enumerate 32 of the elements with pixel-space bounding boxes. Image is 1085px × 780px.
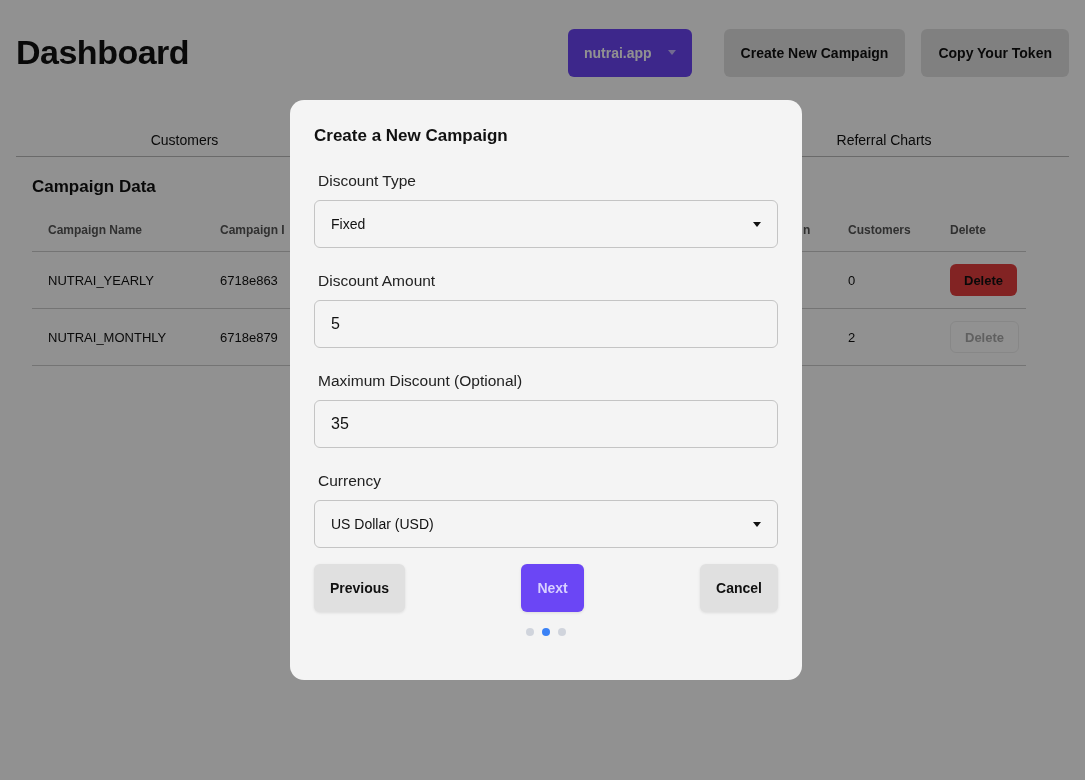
tab[interactable]: Referral Charts (836, 132, 932, 156)
previous-button[interactable]: Previous (314, 564, 406, 612)
input-field[interactable]: 35 (314, 400, 778, 448)
section-title: Campaign Data (31, 176, 157, 198)
table-cell: NUTRAI_MONTHLY (32, 309, 204, 366)
caret-icon (667, 50, 676, 55)
tab[interactable]: Customers (150, 132, 219, 156)
modal-title: Create a New Campaign (314, 126, 509, 146)
column-header: Campaign Name (32, 223, 204, 252)
select-field[interactable]: Fixed (314, 200, 778, 248)
caret-icon (753, 221, 761, 227)
step-dot[interactable] (558, 628, 566, 636)
cancel-button[interactable]: Cancel (700, 564, 778, 612)
caret-icon (753, 521, 761, 527)
site-selector[interactable]: nutrai.app (567, 28, 692, 77)
table-cell: 0 (832, 252, 934, 309)
page-title: Dashboard (16, 33, 191, 72)
create-campaign-button[interactable]: Create New Campaign (723, 28, 906, 77)
field-label: Discount Amount (317, 271, 437, 291)
table-cell: 2 (832, 309, 934, 366)
field-label: Maximum Discount (Optional) (317, 371, 524, 391)
field-label: Currency (317, 471, 382, 491)
copy-token-button[interactable]: Copy Your Token (921, 28, 1069, 77)
input-field[interactable]: 5 (314, 300, 778, 348)
field-label: Discount Type (317, 171, 417, 191)
next-button[interactable]: Next (521, 564, 584, 612)
column-header: Customers (832, 223, 934, 252)
column-header: Delete (934, 223, 1026, 252)
step-dot[interactable] (542, 628, 550, 636)
table-cell: NUTRAI_YEARLY (32, 252, 204, 309)
step-dot[interactable] (526, 628, 534, 636)
select-field[interactable]: US Dollar (USD) (314, 500, 778, 548)
